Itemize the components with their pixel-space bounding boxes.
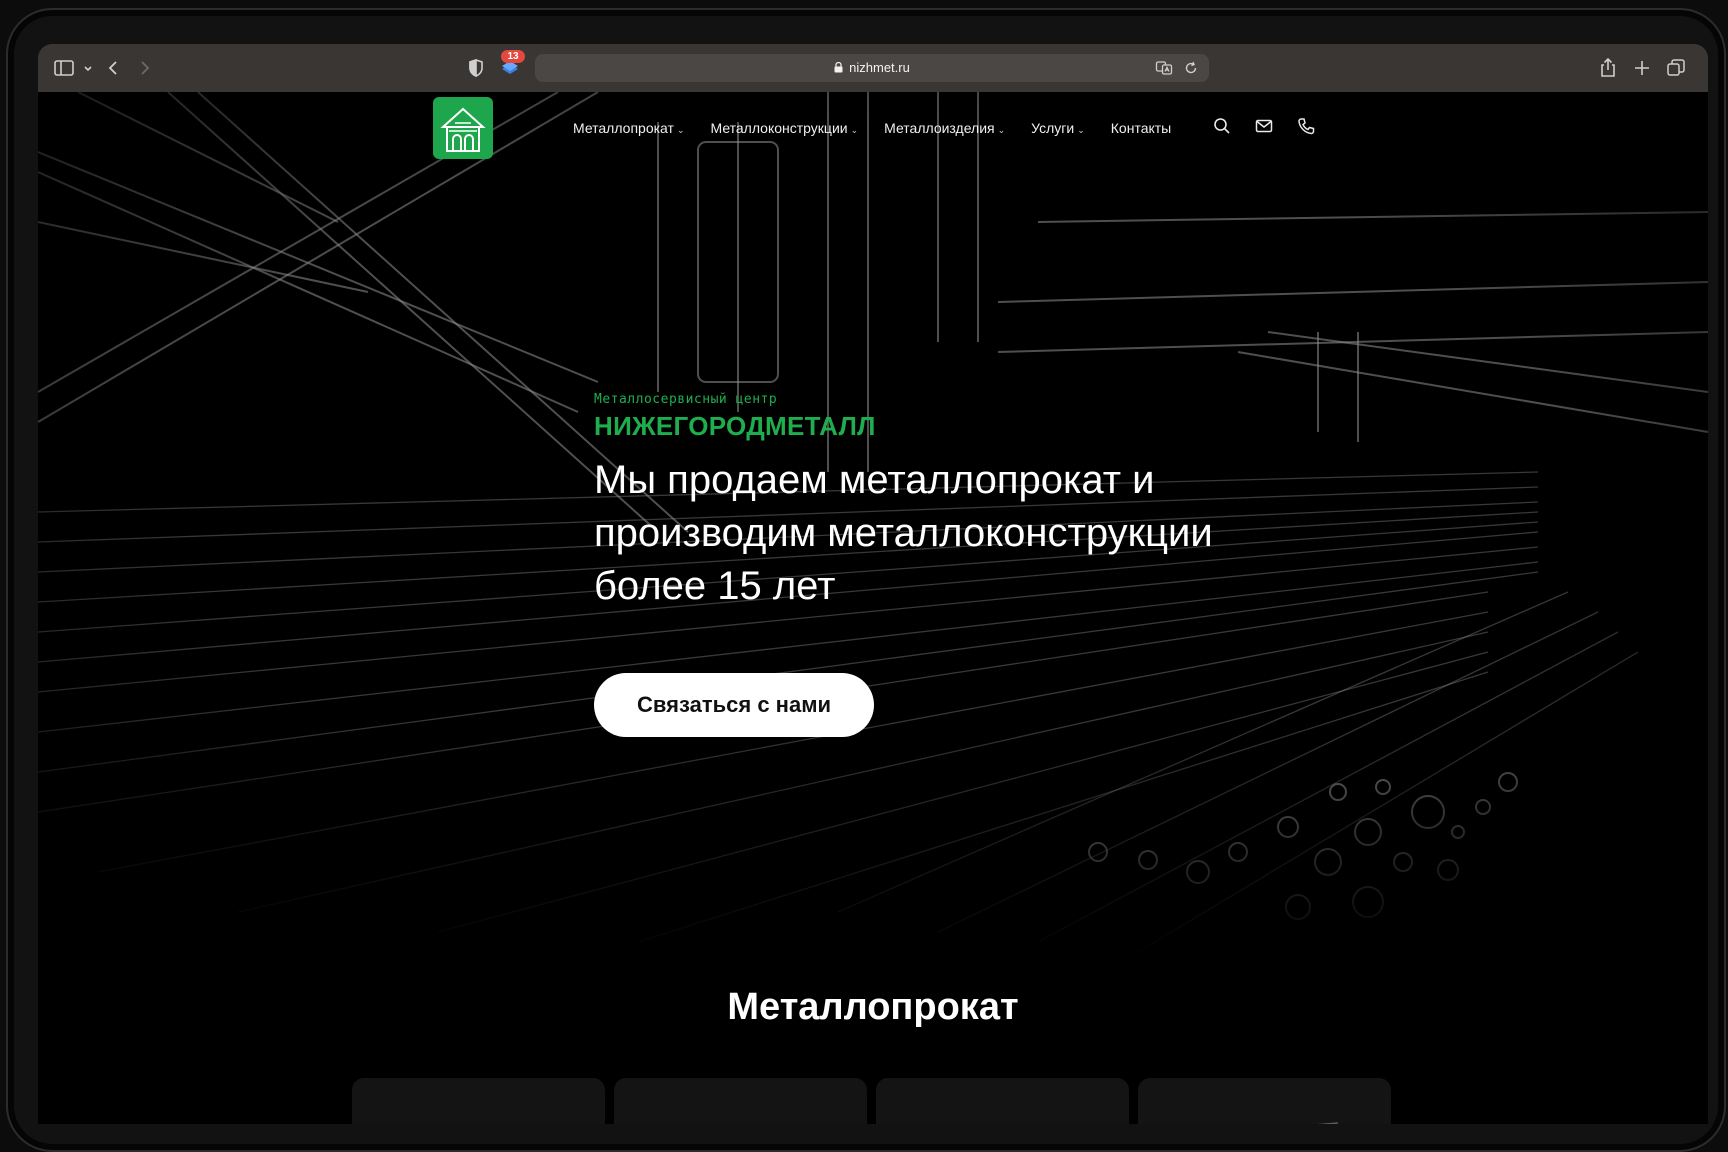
hero-brand: НИЖЕГОРОДМЕТАЛЛ — [594, 411, 876, 441]
nav-item-uslugi[interactable]: Услуги ⌄ — [1031, 120, 1085, 136]
web-page: Металлопрокат ⌄ Металлоконструкции ⌄ Метал… — [38, 92, 1708, 1124]
back-icon[interactable] — [102, 56, 126, 80]
url-display: nizhmet.ru — [535, 60, 1209, 75]
chevron-down-icon: ⌄ — [850, 125, 859, 135]
extension-badge: 13 — [501, 50, 525, 63]
nav-item-metallokonstrukcii[interactable]: Металлоконструкции ⌄ — [711, 120, 859, 136]
translate-icon[interactable] — [1155, 59, 1173, 77]
product-card[interactable] — [876, 1078, 1129, 1124]
headline-line: Мы продаем металлопрокат и — [594, 458, 1155, 502]
product-cards — [352, 1078, 1400, 1124]
chevron-down-icon: ⌄ — [676, 125, 685, 135]
hero-content: Металлосервисный центр НИЖЕГОРОДМЕТАЛЛ М… — [594, 392, 1274, 737]
headline-line: более 15 лет — [594, 564, 836, 608]
nav-item-label: Контакты — [1110, 120, 1172, 136]
forward-icon[interactable] — [132, 56, 156, 80]
nav-item-label: Металлоизделия — [884, 120, 995, 136]
hero-headline: Мы продаем металлопрокат и производим ме… — [594, 454, 1274, 613]
screen: 13 nizhmet.ru Металлопрокат ⌄ Металлокон… — [38, 44, 1708, 1124]
contact-us-button[interactable]: Связаться с нами — [594, 673, 874, 737]
nav-item-kontakty[interactable]: Контакты — [1111, 120, 1171, 136]
main-navigation: Металлопрокат ⌄ Металлоконструкции ⌄ Метал… — [573, 120, 1197, 136]
phone-icon[interactable] — [1296, 116, 1316, 136]
nav-item-label: Услуги — [1031, 120, 1075, 136]
new-tab-icon[interactable] — [1630, 56, 1654, 80]
search-icon[interactable] — [1212, 116, 1232, 136]
section-title: Металлопрокат — [727, 986, 1019, 1028]
hero-kicker: Металлосервисный центр — [594, 392, 778, 407]
header-actions — [1212, 116, 1338, 136]
sidebar-toggle-icon[interactable] — [52, 56, 76, 80]
nav-item-label: Металлопрокат — [573, 120, 674, 136]
laptop-frame: 13 nizhmet.ru Металлопрокат ⌄ Металлокон… — [6, 8, 1726, 1152]
nav-item-label: Металлоконструкции — [710, 120, 848, 136]
site-logo[interactable] — [433, 97, 493, 159]
product-card[interactable] — [614, 1078, 867, 1124]
tab-overview-icon[interactable] — [1664, 56, 1688, 80]
browser-toolbar: 13 nizhmet.ru — [38, 44, 1708, 92]
product-card[interactable] — [352, 1078, 605, 1124]
address-bar[interactable]: nizhmet.ru — [535, 54, 1209, 82]
reload-icon[interactable] — [1183, 60, 1199, 76]
share-icon[interactable] — [1596, 56, 1620, 80]
mail-icon[interactable] — [1254, 116, 1274, 136]
url-text: nizhmet.ru — [849, 60, 910, 75]
chevron-down-icon[interactable] — [76, 56, 92, 80]
nav-item-metalloizdeliya[interactable]: Металлоизделия ⌄ — [884, 120, 1005, 136]
chevron-down-icon: ⌄ — [997, 125, 1006, 135]
chevron-down-icon: ⌄ — [1077, 125, 1085, 135]
lock-icon — [834, 62, 843, 73]
nav-item-metalloprokat[interactable]: Металлопрокат ⌄ — [573, 120, 685, 136]
product-card[interactable] — [1138, 1078, 1391, 1124]
headline-line: производим металлоконструкции — [594, 511, 1213, 555]
privacy-shield-icon[interactable] — [464, 56, 488, 80]
